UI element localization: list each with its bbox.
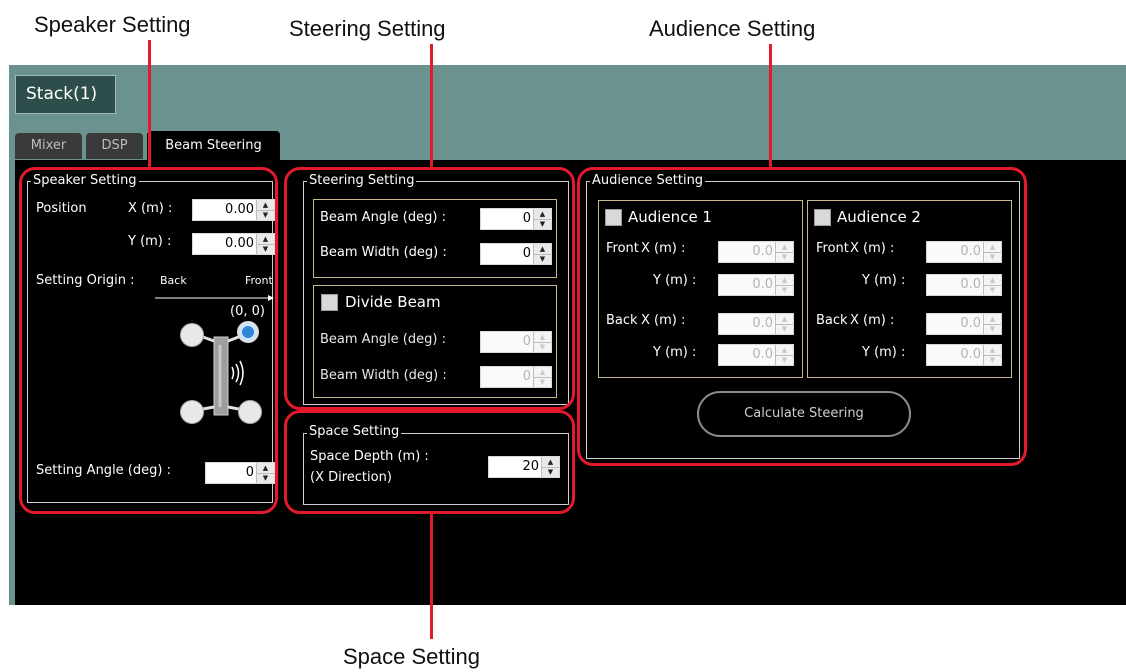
stack-button[interactable]: Stack(1) bbox=[15, 75, 116, 114]
callout-speaker-line bbox=[148, 40, 151, 169]
highlight-speaker-setting bbox=[19, 167, 278, 514]
tab-mixer[interactable]: Mixer bbox=[15, 133, 82, 159]
callout-steering-line bbox=[430, 44, 433, 169]
callout-audience-setting: Audience Setting bbox=[649, 16, 816, 41]
highlight-steering-setting bbox=[284, 167, 575, 410]
highlight-audience-setting bbox=[577, 167, 1027, 466]
callout-speaker-setting: Speaker Setting bbox=[34, 12, 191, 37]
tab-beam-steering[interactable]: Beam Steering bbox=[147, 131, 280, 161]
tab-dsp[interactable]: DSP bbox=[86, 133, 143, 159]
callout-space-line bbox=[430, 514, 433, 639]
callout-space-setting: Space Setting bbox=[343, 644, 480, 669]
callout-audience-line bbox=[769, 44, 772, 169]
callout-steering-setting: Steering Setting bbox=[289, 16, 446, 41]
highlight-space-setting bbox=[284, 410, 575, 514]
